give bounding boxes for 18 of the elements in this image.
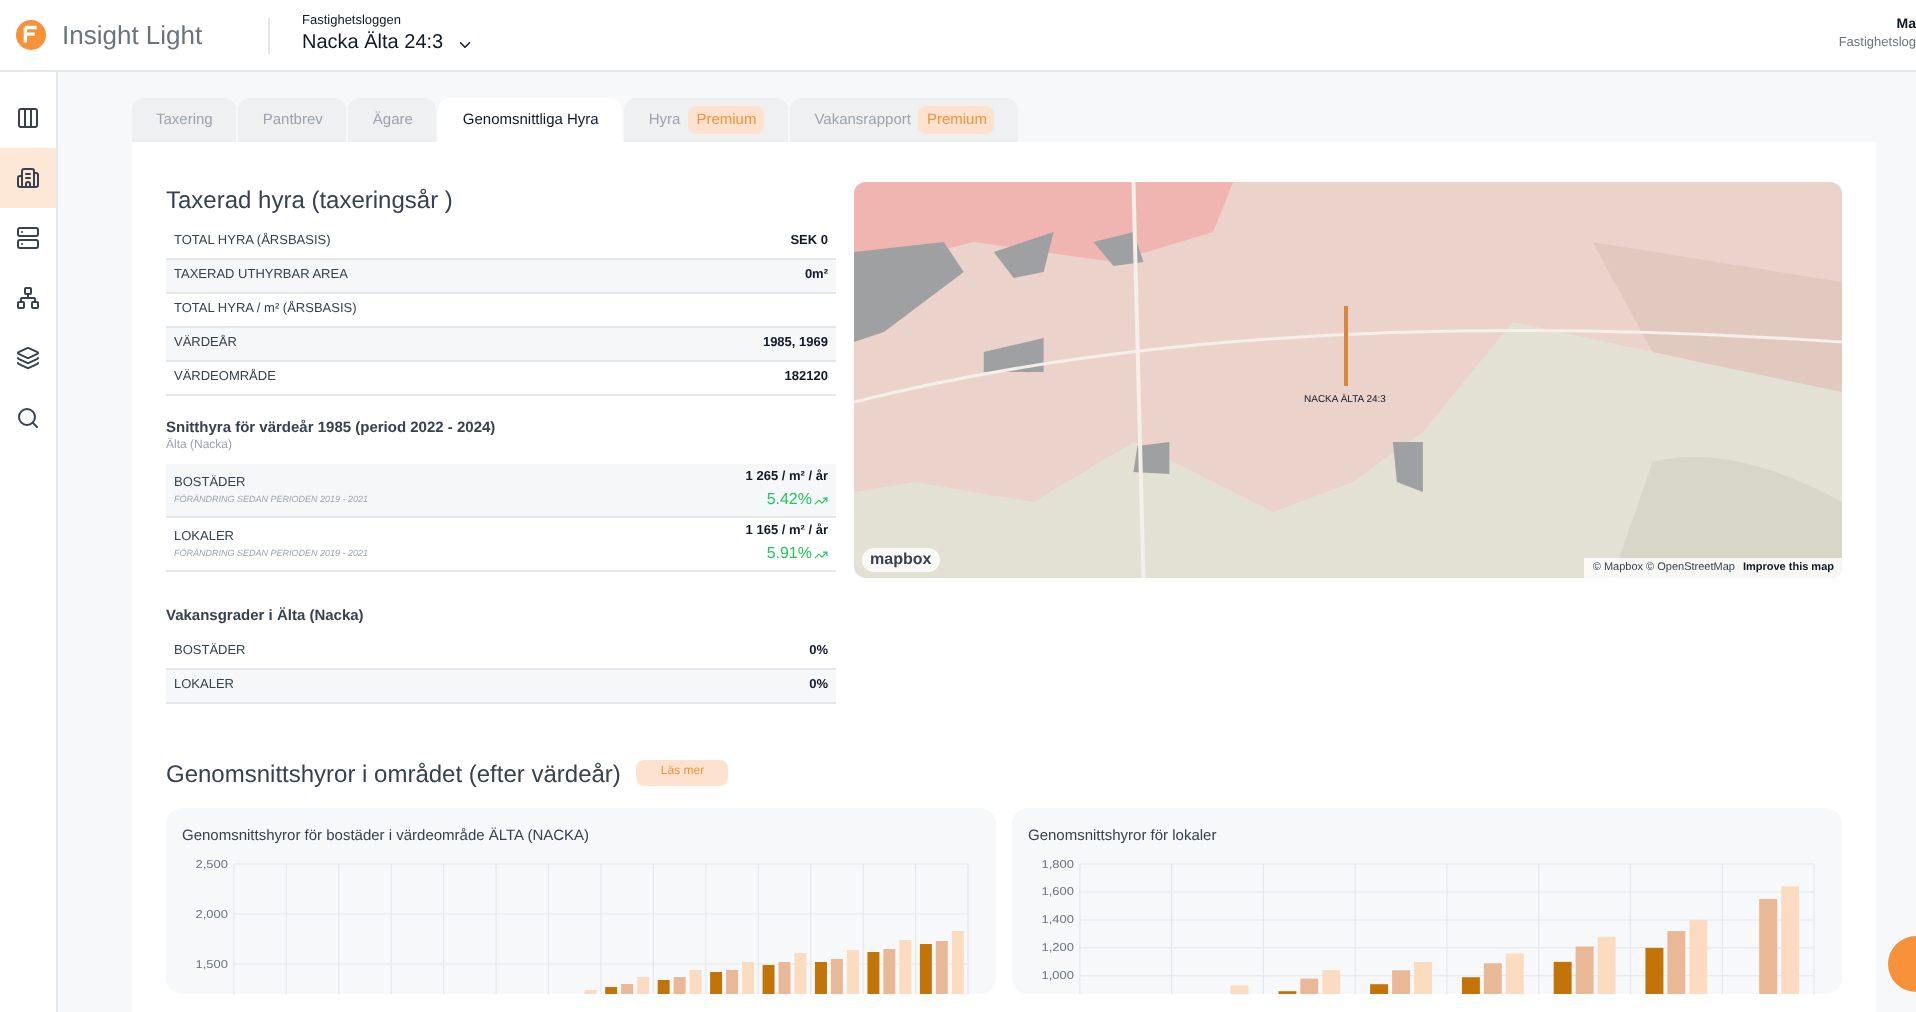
layers-icon (16, 346, 40, 370)
marker-line (1344, 306, 1348, 386)
section-title: Taxerad hyra (taxeringsår ) (166, 184, 455, 218)
server-icon (16, 226, 40, 250)
columns-icon (16, 106, 40, 130)
buildings-icon (16, 166, 40, 190)
hierarchy-icon (16, 286, 40, 310)
property-dropdown[interactable]: Nacka Älta 24:3 (302, 32, 474, 58)
change-value: 5.91% (766, 542, 812, 567)
change-value: 5.42% (766, 488, 812, 513)
logo-icon (16, 20, 46, 50)
trend-up-icon (814, 493, 828, 508)
sidebar-item[interactable] (0, 148, 56, 208)
section-title: Genomsnittshyror i området (efter värdeår) (166, 757, 621, 791)
app-name: Insight Light (62, 17, 203, 54)
search-icon (16, 406, 40, 430)
mapbox-logo: mapbox (862, 548, 940, 572)
trend-up-icon (814, 547, 828, 562)
